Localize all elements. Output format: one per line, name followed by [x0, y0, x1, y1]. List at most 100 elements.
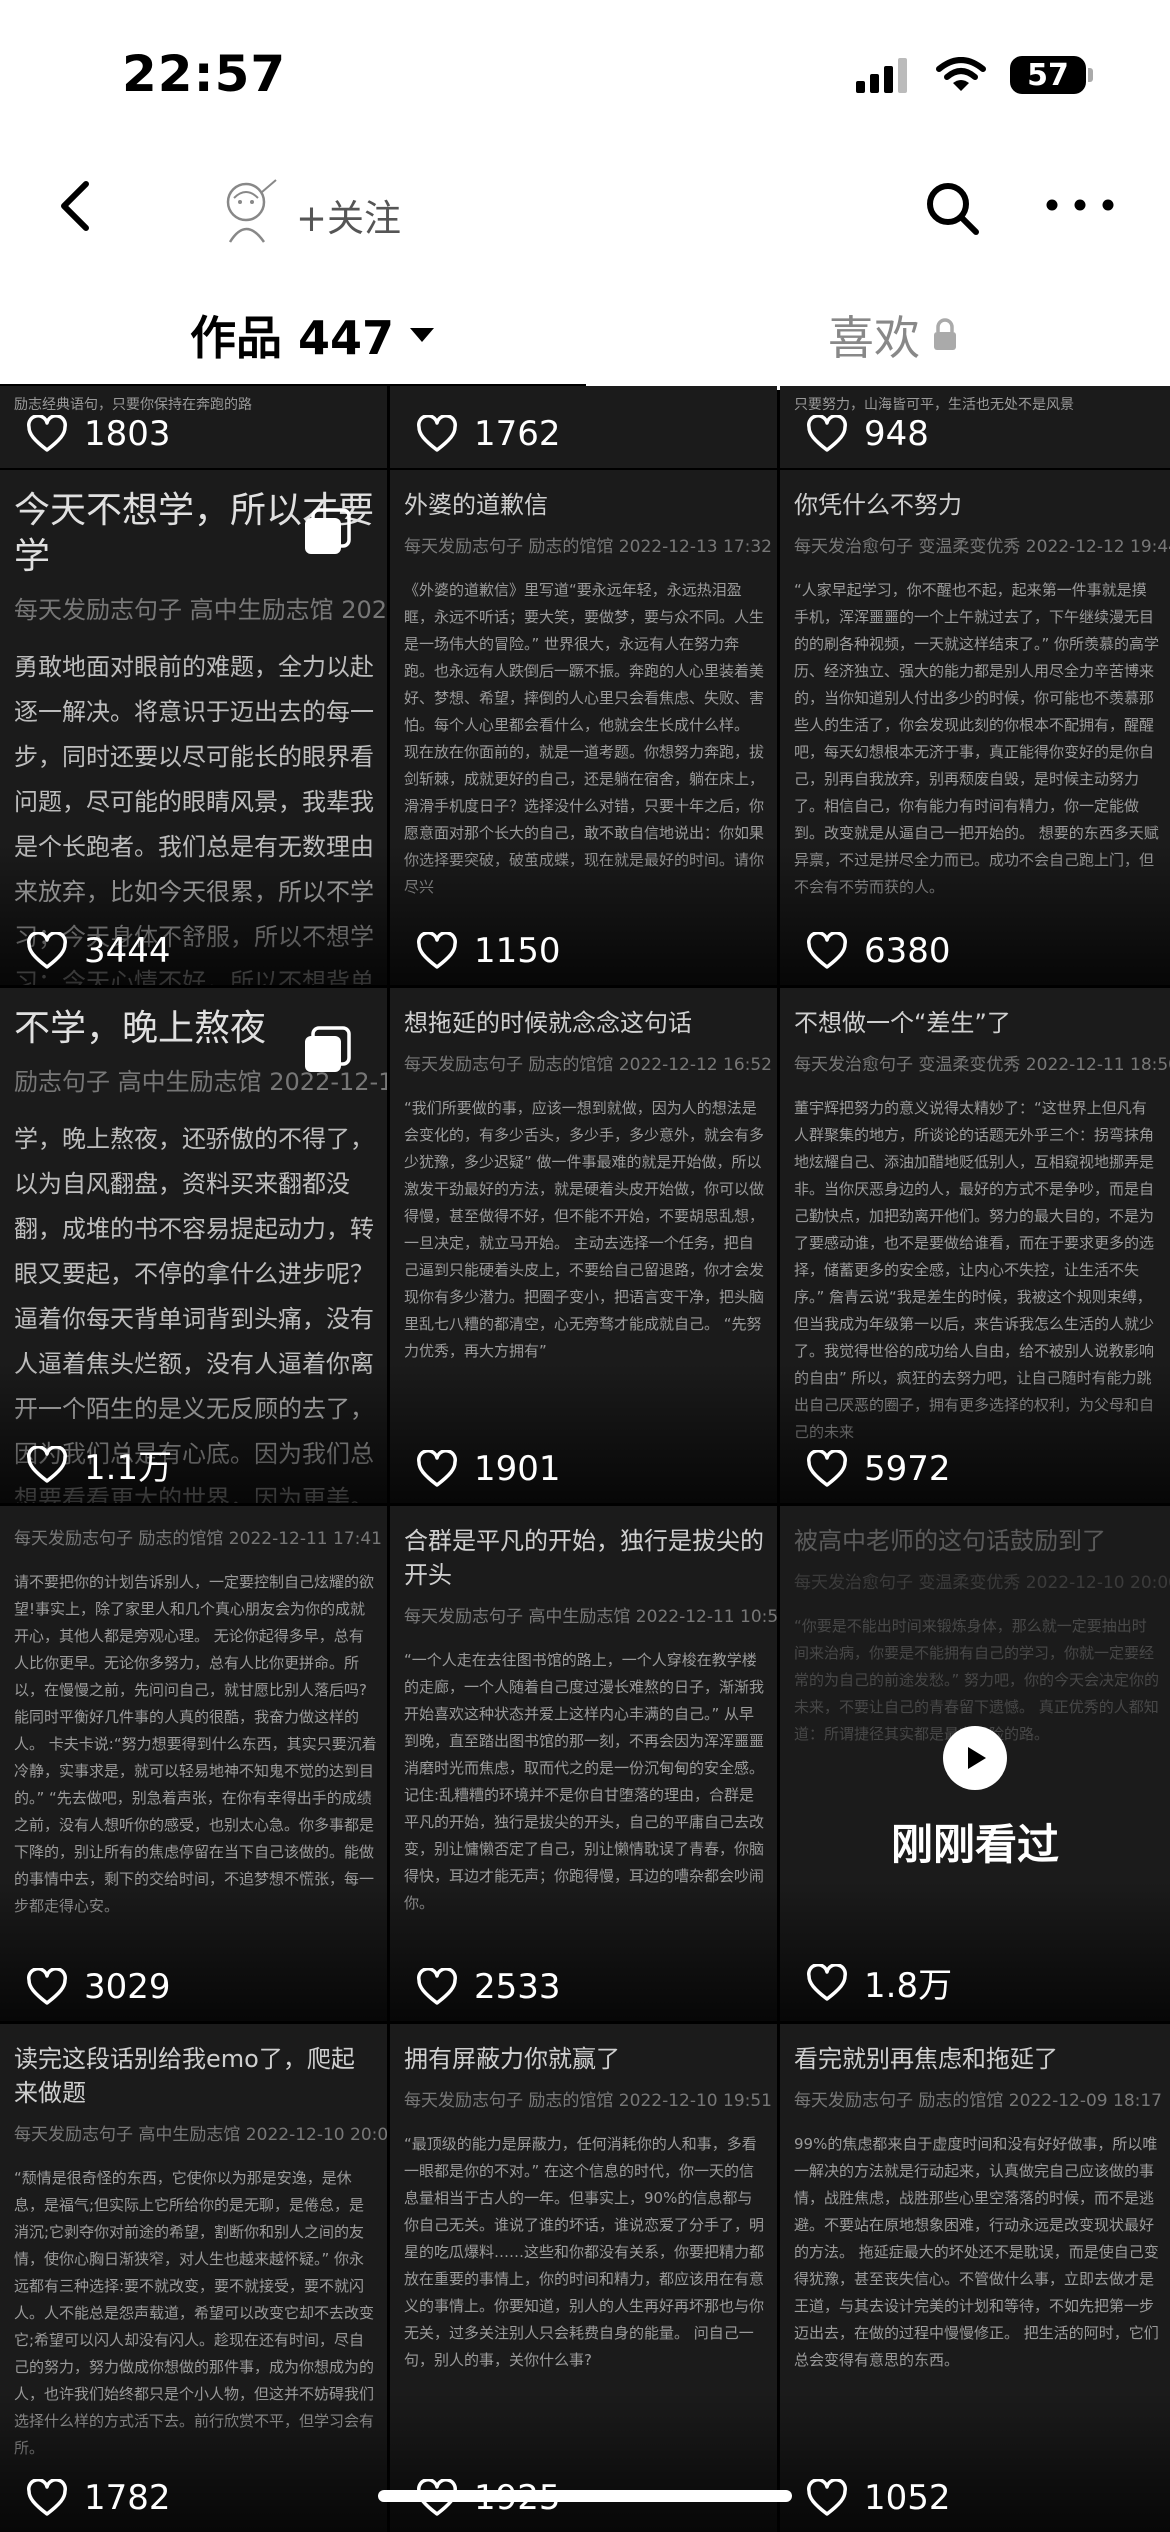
thumbnail-meta: 每天发治愈句子 变温柔变优秀 2022-12-10 20:00 — [794, 1573, 1170, 1593]
heart-icon — [417, 1450, 457, 1487]
video-thumbnail[interactable]: 不想做一个“差生”了 每天发治愈句子 变温柔变优秀 2022-12-11 18:5… — [780, 988, 1170, 1503]
like-count-value: 1052 — [864, 2478, 951, 2518]
thumbnail-body: 请不要把你的计划告诉别人，一定要控制自己炫耀的欲望!事实上，除了家里人和几个真心… — [14, 1573, 377, 1915]
thumbnail-title: 想拖延的时候就念念这句话 — [404, 1009, 692, 1037]
video-thumbnail[interactable]: 读完这段话别给我emo了，爬起来做题 每天发励志句子 高中生励志馆 2022-12… — [0, 2024, 387, 2532]
video-thumbnail[interactable]: 被高中老师的这句话鼓励到了每天发治愈句子 变温柔变优秀 2022-12-10 2… — [780, 1506, 1170, 2021]
like-count-value: 1762 — [474, 414, 561, 454]
like-count-value: 1150 — [474, 931, 561, 971]
profile-tabs: 作品 447 喜欢 — [0, 260, 1170, 390]
like-count-value: 2533 — [474, 1967, 561, 2007]
like-count-value: 1.8万 — [864, 1966, 953, 2006]
nav-bar: +关注 — [0, 160, 1170, 260]
tab-likes[interactable]: 喜欢 — [828, 302, 958, 368]
thumbnail-body: “一个人走在去往图书馆的路上，一个人穿梭在教学楼的走廊，一个人随着自己度过漫长难… — [404, 1651, 765, 1912]
signal-icon — [856, 58, 907, 93]
heart-icon — [417, 1968, 457, 2005]
thumbnail-text: 想拖延的时候就念念这句话每天发励志句子 励志的馆馆 2022-12-12 16:… — [404, 1006, 772, 1365]
thumbnail-title: 拥有屏蔽力你就赢了 — [404, 2045, 620, 2073]
heart-icon — [27, 932, 67, 969]
thumbnail-title: 读完这段话别给我emo了，爬起来做题 — [14, 2045, 355, 2107]
video-thumbnail[interactable]: 不学，晚上熬夜 励志句子 高中生励志馆 2022-12-12 学，晚上熬夜，还骄傲的… — [0, 988, 387, 1503]
multi-image-icon — [305, 1026, 351, 1072]
thumbnail-title: 合群是平凡的开始，独行是拔尖的开头 — [404, 1527, 764, 1589]
like-count: 3029 — [26, 1967, 171, 2007]
video-grid: 励志经典语句，只要你保持在奔跑的路 1803 1762 只要努力，山海皆可平，生活也无… — [0, 386, 1170, 2532]
like-count-value: 1803 — [84, 414, 171, 454]
heart-icon — [807, 1963, 847, 2001]
video-thumbnail[interactable]: 今天不想学，所以才要学每天发励志句子 高中生励志馆 2022-12-13 18:… — [0, 470, 387, 985]
heart-icon — [807, 2479, 847, 2516]
like-count: 1782 — [26, 2478, 171, 2518]
play-icon — [943, 1726, 1007, 1790]
like-count: 2533 — [416, 1967, 561, 2007]
thumbnail-meta: 每天发励志句子 励志的馆馆 2022-12-11 17:41 — [14, 1529, 382, 1549]
heart-icon — [417, 415, 457, 452]
thumbnail-title: 你凭什么不努力 — [794, 491, 962, 519]
recently-watched-label: 刚刚看过 — [890, 1820, 1059, 1869]
thumbnail-text: 合群是平凡的开始，独行是拔尖的开头 每天发励志句子 高中生励志馆 2022-12-… — [404, 1524, 777, 1917]
video-thumbnail[interactable]: 想拖延的时候就念念这句话每天发励志句子 励志的馆馆 2022-12-12 16:… — [390, 988, 777, 1503]
like-count: 948 — [806, 414, 929, 454]
video-thumbnail[interactable]: 只要努力，山海皆可平，生活也无处不是风景 948 — [780, 386, 1170, 468]
thumbnail-meta: 每天发励志句子 励志的馆馆 2022-12-13 17:32 — [404, 537, 772, 557]
like-count-value: 3029 — [84, 1967, 171, 2007]
like-count: 1.1万 — [26, 1440, 172, 1489]
tab-likes-label: 喜欢 — [828, 311, 920, 365]
heart-icon — [807, 415, 847, 452]
thumbnail-meta: 每天发励志句子 高中生励志馆 2022-12-13 18:3 — [14, 596, 387, 624]
like-count-value: 948 — [864, 414, 929, 454]
like-count-value: 1901 — [474, 1449, 561, 1489]
video-thumbnail[interactable]: 每天发励志句子 励志的馆馆 2022-12-11 17:41 请不要把你的计划告诉… — [0, 1506, 387, 2021]
battery-indicator: 57 — [1010, 56, 1093, 94]
video-thumbnail[interactable]: 看完就别再焦虑和拖延了 每天发励志句子 励志的馆馆 2022-12-09 18:1… — [780, 2024, 1170, 2532]
heart-icon — [27, 415, 67, 452]
thumbnail-body: 99%的焦虑都来自于虚度时间和没有好好做事，所以唯一解决的方法就是行动起来，认真… — [794, 2135, 1159, 2369]
more-icon[interactable] — [1040, 190, 1120, 220]
search-icon[interactable] — [920, 176, 984, 240]
thumbnail-text: 外婆的道歉信 每天发励志句子 励志的馆馆 2022-12-13 17:32 《外婆的… — [404, 488, 772, 901]
chevron-left-icon[interactable] — [48, 176, 108, 236]
video-thumbnail[interactable]: 拥有屏蔽力你就赢了每天发励志句子 励志的馆馆 2022-12-10 19:51 “… — [390, 2024, 777, 2532]
home-indicator — [378, 2490, 792, 2502]
video-thumbnail[interactable]: 合群是平凡的开始，独行是拔尖的开头 每天发励志句子 高中生励志馆 2022-12-… — [390, 1506, 777, 2021]
status-time: 22:57 — [122, 45, 287, 103]
video-thumbnail[interactable]: 外婆的道歉信 每天发励志句子 励志的馆馆 2022-12-13 17:32 《外婆的… — [390, 470, 777, 985]
thumbnail-body: “最顶级的能力是屏蔽力，任何消耗你的人和事，多看一眼都是你的不对。” 在这个信息… — [404, 2135, 765, 2369]
like-count-value: 6380 — [864, 931, 951, 971]
like-count-value: 5972 — [864, 1449, 951, 1489]
like-count: 1.8万 — [806, 1958, 952, 2007]
status-icons: 57 — [856, 56, 1093, 94]
status-bar: 22:57 57 — [0, 0, 1170, 160]
like-count: 1150 — [416, 931, 561, 971]
avatar[interactable] — [210, 172, 284, 246]
like-count: 3444 — [26, 931, 171, 971]
thumbnail-meta: 每天发励志句子 励志的馆馆 2022-12-10 19:51 — [404, 2091, 772, 2111]
thumbnail-title: 外婆的道歉信 — [404, 491, 548, 519]
thumbnail-meta: 每天发治愈句子 变温柔变优秀 2022-12-11 18:50 — [794, 1055, 1170, 1075]
video-thumbnail[interactable]: 你凭什么不努力 每天发治愈句子 变温柔变优秀 2022-12-12 19:44 “人… — [780, 470, 1170, 985]
heart-icon — [27, 2479, 67, 2516]
thumbnail-text: 看完就别再焦虑和拖延了 每天发励志句子 励志的馆馆 2022-12-09 18:1… — [794, 2042, 1162, 2374]
like-count-value: 1.1万 — [84, 1448, 173, 1488]
like-count-value: 3444 — [84, 931, 171, 971]
like-count: 5972 — [806, 1449, 951, 1489]
thumbnail-meta: 每天发励志句子 励志的馆馆 2022-12-09 18:17 — [794, 2091, 1162, 2111]
heart-icon — [27, 1968, 67, 2005]
thumbnail-title: 被高中老师的这句话鼓励到了 — [794, 1527, 1106, 1555]
heart-icon — [807, 932, 847, 969]
thumbnail-text: 被高中老师的这句话鼓励到了每天发治愈句子 变温柔变优秀 2022-12-10 2… — [794, 1524, 1170, 1748]
thumbnail-text: 你凭什么不努力 每天发治愈句子 变温柔变优秀 2022-12-12 19:44 “人… — [794, 488, 1170, 901]
lock-icon — [934, 318, 956, 350]
heart-icon — [27, 1445, 67, 1483]
video-thumbnail[interactable]: 励志经典语句，只要你保持在奔跑的路 1803 — [0, 386, 387, 468]
thumbnail-meta: 每天发励志句子 励志的馆馆 2022-12-12 16:52 — [404, 1055, 772, 1075]
tab-works[interactable]: 作品 447 — [190, 302, 436, 368]
like-count: 1803 — [26, 414, 171, 454]
like-count: 1762 — [416, 414, 561, 454]
caret-down-icon — [410, 328, 435, 342]
video-thumbnail[interactable]: 1762 — [390, 386, 777, 468]
follow-button[interactable]: +关注 — [296, 188, 401, 242]
heart-icon — [807, 1450, 847, 1487]
heart-icon — [417, 932, 457, 969]
